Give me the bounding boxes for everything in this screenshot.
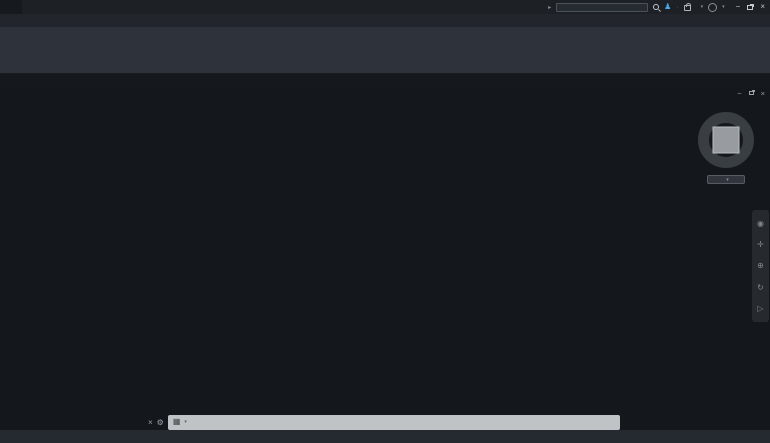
navigation-bar: ◉ ✛ ⊕ ↻ ▷ (752, 210, 769, 322)
viewcube-top-face[interactable] (712, 126, 740, 154)
account-dropdown-icon[interactable]: ▾ (701, 4, 704, 10)
drawing-window-controls: − × (737, 88, 765, 98)
help-dropdown-icon[interactable]: ▾ (722, 4, 725, 10)
restore-button[interactable] (747, 4, 754, 10)
drawing-area: − × ▾ ◉ ✛ ⊕ ↻ ▷ × ⚙ ▦ ▾ (0, 88, 770, 430)
pan-icon[interactable]: ✛ (757, 240, 764, 249)
command-recent-icon[interactable]: ▦ (173, 418, 181, 426)
autocad-window: ▸ ♟ · ▾ ▾ − × − × ▾ ◉ ✛ ⊕ ↻ ▷ × ⚙ ▦ ▾ (0, 0, 770, 443)
file-tab-bar (0, 74, 770, 88)
app-store-icon[interactable] (683, 3, 691, 11)
autocad-logo-icon[interactable] (0, 0, 22, 14)
drawing-minimize-button[interactable]: − (737, 89, 741, 97)
drawing-restore-button[interactable] (748, 91, 754, 95)
zoom-icon[interactable]: ⊕ (757, 261, 764, 270)
help-icon[interactable] (708, 2, 718, 12)
wcs-dropdown-icon: ▾ (726, 176, 729, 183)
navigation-wheel-icon[interactable]: ◉ (757, 219, 764, 228)
sign-in-icon[interactable]: ♟ (664, 3, 671, 11)
viewcube[interactable]: ▾ (695, 112, 757, 184)
command-line-customize-icon[interactable]: ⚙ (157, 418, 164, 427)
search-input[interactable] (556, 2, 649, 12)
ribbon-tab-bar (0, 14, 770, 27)
orbit-icon[interactable]: ↻ (757, 283, 764, 292)
minimize-button[interactable]: − (736, 3, 741, 11)
collapse-search-icon[interactable]: ▸ (548, 4, 551, 11)
ribbon (0, 27, 770, 74)
command-dropdown-icon[interactable]: ▾ (184, 419, 187, 425)
command-line[interactable]: ▦ ▾ (167, 414, 620, 430)
close-button[interactable]: × (760, 3, 765, 11)
command-line-dock: × ⚙ ▦ ▾ (148, 414, 620, 430)
title-bar-right: ▸ ♟ · ▾ ▾ − × (548, 0, 768, 14)
command-line-close-icon[interactable]: × (148, 418, 153, 427)
show-motion-icon[interactable]: ▷ (757, 304, 763, 313)
wcs-dropdown[interactable]: ▾ (707, 175, 745, 184)
drawing-canvas[interactable] (0, 88, 770, 430)
search-icon[interactable] (653, 4, 660, 10)
status-bar (0, 430, 770, 443)
separator-dot: · (676, 3, 679, 11)
title-bar: ▸ ♟ · ▾ ▾ − × (0, 0, 770, 14)
drawing-close-button[interactable]: × (761, 89, 765, 97)
window-controls: − × (736, 3, 765, 11)
viewcube-compass-ring[interactable] (698, 112, 754, 168)
